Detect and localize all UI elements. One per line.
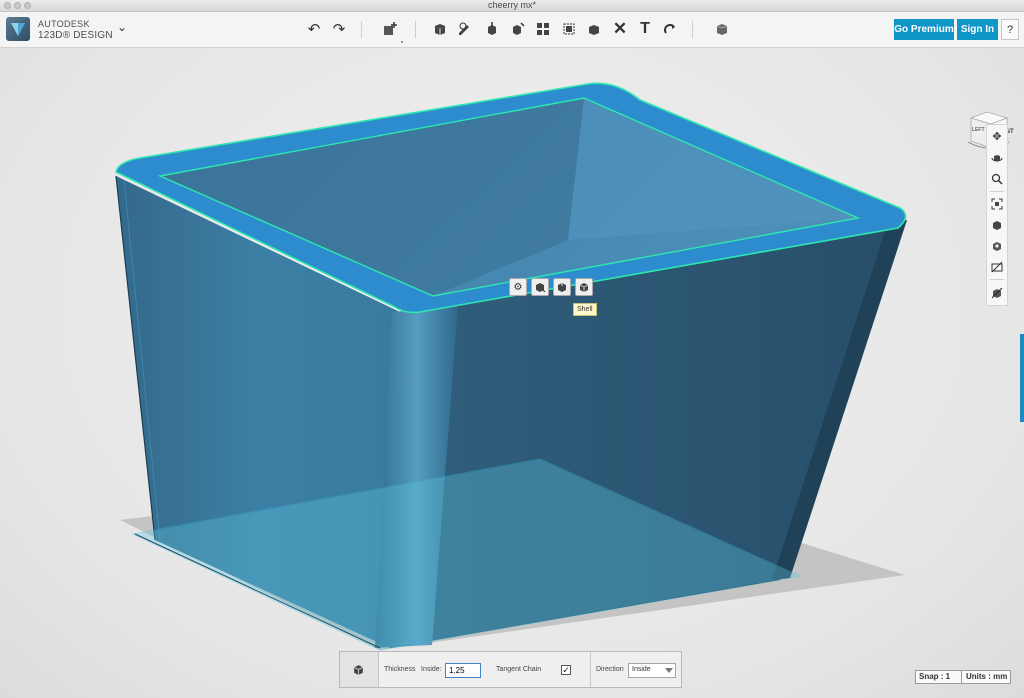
snap-setting[interactable]: Snap : 1 bbox=[915, 670, 962, 684]
shell-icon bbox=[353, 665, 364, 675]
direction-cell: Direction Inside bbox=[590, 652, 682, 687]
primitives-icon[interactable] bbox=[430, 19, 450, 39]
shell-panel-icon-cell bbox=[340, 652, 379, 687]
go-premium-button[interactable]: Go Premium bbox=[894, 19, 954, 40]
measure-icon[interactable]: ✕ bbox=[610, 19, 630, 39]
press-pull-icon[interactable] bbox=[553, 278, 571, 296]
thickness-cell: Thickness Inside: bbox=[378, 652, 488, 687]
transform-icon[interactable] bbox=[380, 19, 400, 39]
tangent-chain-cell: Tangent Chain ✓ bbox=[488, 652, 591, 687]
direction-select[interactable]: Inside bbox=[628, 663, 676, 678]
material-icon[interactable] bbox=[712, 19, 732, 39]
navigation-bar: ✥ bbox=[986, 124, 1008, 306]
visibility-icon[interactable] bbox=[988, 237, 1006, 254]
side-panel-tab[interactable] bbox=[1020, 334, 1024, 422]
combine-icon[interactable] bbox=[584, 19, 604, 39]
direction-select-value: Inside bbox=[632, 666, 651, 673]
shell-tooltip: Shell bbox=[573, 303, 597, 316]
tweak-icon[interactable] bbox=[531, 278, 549, 296]
redo-icon[interactable]: ↷ bbox=[329, 19, 349, 39]
tangent-chain-label: Tangent Chain bbox=[496, 666, 542, 673]
zoom-icon[interactable] bbox=[988, 170, 1006, 187]
inside-label: Inside: bbox=[421, 666, 442, 673]
fit-icon[interactable] bbox=[988, 195, 1006, 212]
sketch-icon[interactable] bbox=[455, 19, 475, 39]
pattern-icon[interactable] bbox=[533, 19, 553, 39]
chevron-down-icon bbox=[665, 668, 673, 673]
window-title: cheerry mx* bbox=[487, 0, 536, 10]
main-toolbar: AUTODESK 123D® DESIGN ⌄ ↶ ↷ ✕ T Go Premi… bbox=[0, 12, 1024, 48]
text-icon[interactable]: T bbox=[635, 19, 655, 39]
grouping-icon[interactable] bbox=[559, 19, 579, 39]
brand-line2: 123D® DESIGN bbox=[38, 30, 113, 41]
hide-sketch-icon[interactable] bbox=[988, 258, 1006, 275]
settings-gear-icon[interactable]: ⚙ bbox=[509, 278, 527, 296]
brand-line1: AUTODESK bbox=[38, 19, 90, 29]
nav-separator bbox=[990, 279, 1004, 280]
orbit-icon[interactable] bbox=[988, 149, 1006, 166]
thickness-label: Thickness bbox=[384, 666, 416, 673]
ortho-icon[interactable] bbox=[988, 216, 1006, 233]
app-logo-icon bbox=[6, 17, 30, 41]
dropdown-dot bbox=[401, 41, 403, 43]
help-button[interactable]: ? bbox=[1001, 19, 1019, 40]
shell-icon[interactable] bbox=[575, 278, 593, 296]
hide-mesh-icon[interactable] bbox=[988, 284, 1006, 301]
undo-icon[interactable]: ↶ bbox=[304, 19, 324, 39]
construct-icon[interactable] bbox=[482, 19, 502, 39]
window-title-bar: cheerry mx* bbox=[0, 0, 1024, 12]
toolbar-separator bbox=[692, 21, 693, 38]
model-scene[interactable] bbox=[0, 48, 1024, 698]
sign-in-button[interactable]: Sign In bbox=[957, 19, 998, 40]
tangent-chain-checkbox[interactable]: ✓ bbox=[561, 665, 571, 675]
3d-viewport[interactable]: FRONT LEFT bbox=[0, 48, 1024, 698]
thickness-input[interactable] bbox=[445, 663, 481, 678]
direction-label: Direction bbox=[596, 666, 624, 673]
toolbar-separator bbox=[415, 21, 416, 38]
nav-separator bbox=[990, 191, 1004, 192]
toolbar-separator bbox=[361, 21, 362, 38]
viewcube-left-label: LEFT bbox=[972, 127, 985, 133]
inner-side-wall bbox=[568, 98, 858, 240]
modify-icon[interactable] bbox=[508, 19, 528, 39]
shell-panel: Thickness Inside: Tangent Chain ✓ Direct… bbox=[339, 651, 682, 688]
units-setting[interactable]: Units : mm bbox=[962, 670, 1011, 684]
snap-icon[interactable] bbox=[660, 19, 680, 39]
chevron-down-icon[interactable]: ⌄ bbox=[115, 20, 129, 36]
pan-icon[interactable]: ✥ bbox=[988, 128, 1006, 145]
